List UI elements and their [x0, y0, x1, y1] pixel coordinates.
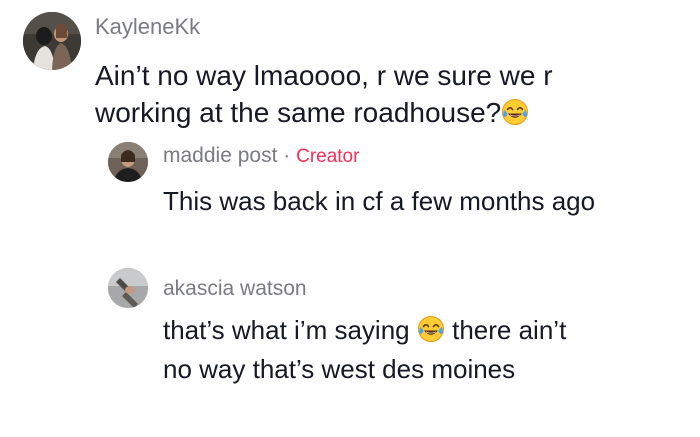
user-avatar[interactable] — [108, 268, 148, 308]
comment-body: Ain’t no way lmaoooo, r we sure we r wor… — [95, 60, 553, 128]
reply-username[interactable]: maddie post — [163, 144, 277, 167]
user-avatar[interactable] — [108, 142, 148, 182]
reply-username-row: maddie post · Creator — [163, 144, 359, 168]
reply-username[interactable]: akascia watson — [163, 277, 307, 301]
reply-text: that’s what i’m saying there ain’t no wa… — [163, 311, 583, 389]
comment-username[interactable]: KayleneKk — [95, 14, 200, 40]
comment-text: Ain’t no way lmaoooo, r we sure we r wor… — [95, 57, 655, 131]
tears-of-joy-emoji-icon — [501, 98, 529, 126]
reply-text: This was back in cf a few months ago — [163, 186, 596, 216]
user-avatar[interactable] — [23, 12, 81, 70]
reply-body-start: that’s what i’m saying — [163, 315, 410, 345]
separator-dot: · — [283, 144, 291, 167]
creator-badge: Creator — [296, 146, 360, 167]
tears-of-joy-emoji-icon — [417, 315, 445, 343]
